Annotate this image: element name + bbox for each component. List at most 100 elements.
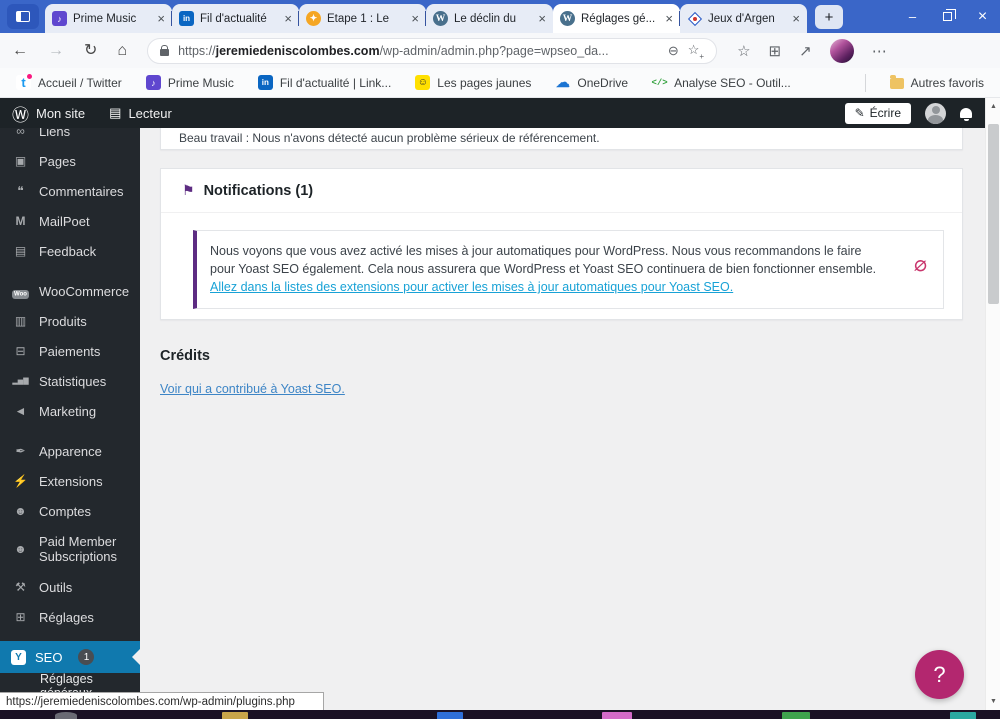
taskbar-icon[interactable]: [950, 712, 976, 719]
taskbar-icon[interactable]: [222, 712, 248, 719]
tab-prime-music[interactable]: ♪ Prime Music ×: [45, 4, 172, 33]
share-icon[interactable]: ↗: [799, 42, 812, 60]
menu-label: Outils: [39, 579, 73, 595]
url-scheme: https://: [178, 43, 216, 58]
bookmark-pages-jaunes[interactable]: ☺ Les pages jaunes: [415, 75, 531, 90]
menu-apparence[interactable]: ✒ Apparence: [0, 436, 140, 466]
window-controls: – ×: [895, 0, 1000, 33]
tab-reglages-active[interactable]: W Réglages gé... ×: [553, 4, 680, 33]
url-text[interactable]: https://jeremiedeniscolombes.com/wp-admi…: [178, 44, 659, 58]
woo-badge: Woo: [12, 289, 29, 299]
menu-produits[interactable]: ▥ Produits: [0, 306, 140, 336]
scroll-down-icon[interactable]: ▼: [986, 698, 1000, 705]
menu-label: Paiements: [39, 343, 101, 359]
comments-icon: ❝: [17, 184, 24, 198]
tab-close-icon[interactable]: ×: [284, 12, 292, 25]
bookmark-twitter[interactable]: t Accueil / Twitter: [16, 74, 122, 90]
menu-separator: [0, 632, 140, 641]
add-favorite-icon[interactable]: ☆+: [688, 42, 704, 62]
reader-menu[interactable]: ▤ Lecteur: [97, 98, 184, 128]
menu-reglages[interactable]: ⊞ Réglages: [0, 602, 140, 632]
user-avatar[interactable]: [925, 102, 946, 124]
bookmark-prime-music[interactable]: ♪ Prime Music: [145, 75, 234, 90]
notification-count-badge: 1: [78, 649, 95, 665]
zoom-out-icon[interactable]: ⊖: [668, 43, 679, 59]
write-button[interactable]: ✎ Écrire: [844, 102, 911, 124]
woocommerce-icon: Woo: [11, 284, 30, 299]
my-site-menu[interactable]: Ⓦ Mon site: [0, 98, 97, 128]
menu-mailpoet[interactable]: M MailPoet: [0, 206, 140, 236]
dismiss-eye-icon[interactable]: ∅: [913, 256, 928, 276]
home-button[interactable]: ⌂: [117, 42, 127, 59]
bookmark-onedrive[interactable]: ☁ OneDrive: [555, 74, 628, 90]
favorites-bar-icon[interactable]: ☆: [737, 42, 750, 60]
scrollbar-thumb[interactable]: [988, 124, 999, 304]
tab-le-declin[interactable]: W Le déclin du ×: [425, 4, 553, 33]
bookmark-linkedin[interactable]: in Fil d'actualité | Link...: [257, 75, 391, 90]
page-scrollbar[interactable]: ▲ ▼: [985, 98, 1000, 710]
menu-statistiques[interactable]: ▂▅▇ Statistiques: [0, 366, 140, 396]
menu-paiements[interactable]: ⊟ Paiements: [0, 336, 140, 366]
tab-close-icon[interactable]: ×: [792, 12, 800, 25]
tab-close-icon[interactable]: ×: [538, 12, 546, 25]
taskbar-icon[interactable]: [602, 712, 632, 719]
minimize-button[interactable]: –: [895, 0, 930, 33]
bookmark-analyse-seo[interactable]: </> Analyse SEO - Outil...: [651, 75, 790, 90]
url-host: jeremiedeniscolombes.com: [215, 43, 380, 58]
help-beacon-button[interactable]: ?: [915, 650, 964, 699]
notification-link[interactable]: Allez dans la listes des extensions pour…: [210, 280, 733, 294]
profile-avatar[interactable]: [829, 38, 854, 63]
forward-button[interactable]: →: [48, 42, 64, 59]
menu-comptes[interactable]: ☻ Comptes: [0, 496, 140, 526]
taskbar-icon[interactable]: [55, 712, 77, 719]
windows-taskbar[interactable]: [0, 710, 1000, 719]
tab-title: Le déclin du: [454, 12, 517, 25]
scroll-up-icon[interactable]: ▲: [986, 103, 1000, 110]
tab-title: Prime Music: [73, 12, 137, 25]
menu-marketing[interactable]: ◄ Marketing: [0, 396, 140, 426]
menu-feedback[interactable]: ▤ Feedback: [0, 236, 140, 266]
settings-menu-icon[interactable]: ⋯: [872, 42, 887, 60]
menu-label: Marketing: [39, 403, 97, 419]
tab-jeux-argent[interactable]: Jeux d'Argen ×: [679, 4, 807, 33]
menu-commentaires[interactable]: ❝ Commentaires: [0, 176, 140, 206]
taskbar-icon[interactable]: [437, 712, 463, 719]
new-tab-button[interactable]: +: [815, 5, 843, 29]
menu-woocommerce[interactable]: Woo WooCommerce: [0, 276, 140, 306]
taskbar-icon[interactable]: [782, 712, 810, 719]
credits-heading: Crédits: [160, 348, 210, 364]
menu-paid-member-subscriptions[interactable]: ☻ Paid Member Subscriptions: [0, 526, 140, 572]
tab-close-icon[interactable]: ×: [157, 12, 165, 25]
prime-music-icon: ♪: [145, 75, 161, 90]
vertical-tabs-icon: [16, 11, 30, 22]
collections-icon[interactable]: ⊞: [769, 42, 782, 60]
refresh-button[interactable]: ↻: [84, 42, 97, 59]
menu-seo-active[interactable]: Y SEO 1: [0, 641, 140, 673]
restore-button[interactable]: [930, 0, 965, 33]
tab-actions-button[interactable]: [7, 4, 39, 29]
tab-etape[interactable]: ✦ Étape 1 : Le ×: [298, 4, 426, 33]
pages-jaunes-favicon: ✦: [306, 11, 321, 26]
notification-item: Nous voyons que vous avez activé les mis…: [193, 230, 944, 309]
tab-close-icon[interactable]: ×: [665, 12, 673, 25]
back-button[interactable]: ←: [12, 42, 28, 59]
notifications-box: ⚑ Notifications (1) Nous voyons que vous…: [160, 168, 963, 320]
tab-close-icon[interactable]: ×: [411, 12, 419, 25]
lock-icon[interactable]: [160, 45, 170, 56]
menu-extensions[interactable]: ⚡ Extensions: [0, 466, 140, 496]
restore-icon: [943, 9, 956, 21]
menu-outils[interactable]: ⚒ Outils: [0, 572, 140, 602]
address-bar[interactable]: https://jeremiedeniscolombes.com/wp-admi…: [147, 37, 718, 64]
yoast-seo-icon: Y: [11, 649, 26, 665]
flag-icon: ⚑: [182, 182, 195, 198]
tab-linkedin[interactable]: in Fil d'actualité ×: [171, 4, 299, 33]
menu-label: Comptes: [39, 503, 92, 519]
close-button[interactable]: ×: [965, 0, 1000, 33]
tab-title: Réglages gé...: [581, 12, 656, 25]
credits-link[interactable]: Voir qui a contribué à Yoast SEO.: [160, 382, 345, 396]
products-icon: ▥: [14, 314, 27, 328]
other-favorites-folder[interactable]: Autres favoris: [889, 75, 984, 90]
tab-title: Fil d'actualité: [200, 12, 267, 25]
notifications-bell-icon[interactable]: [960, 108, 972, 121]
menu-pages[interactable]: ▣ Pages: [0, 146, 140, 176]
